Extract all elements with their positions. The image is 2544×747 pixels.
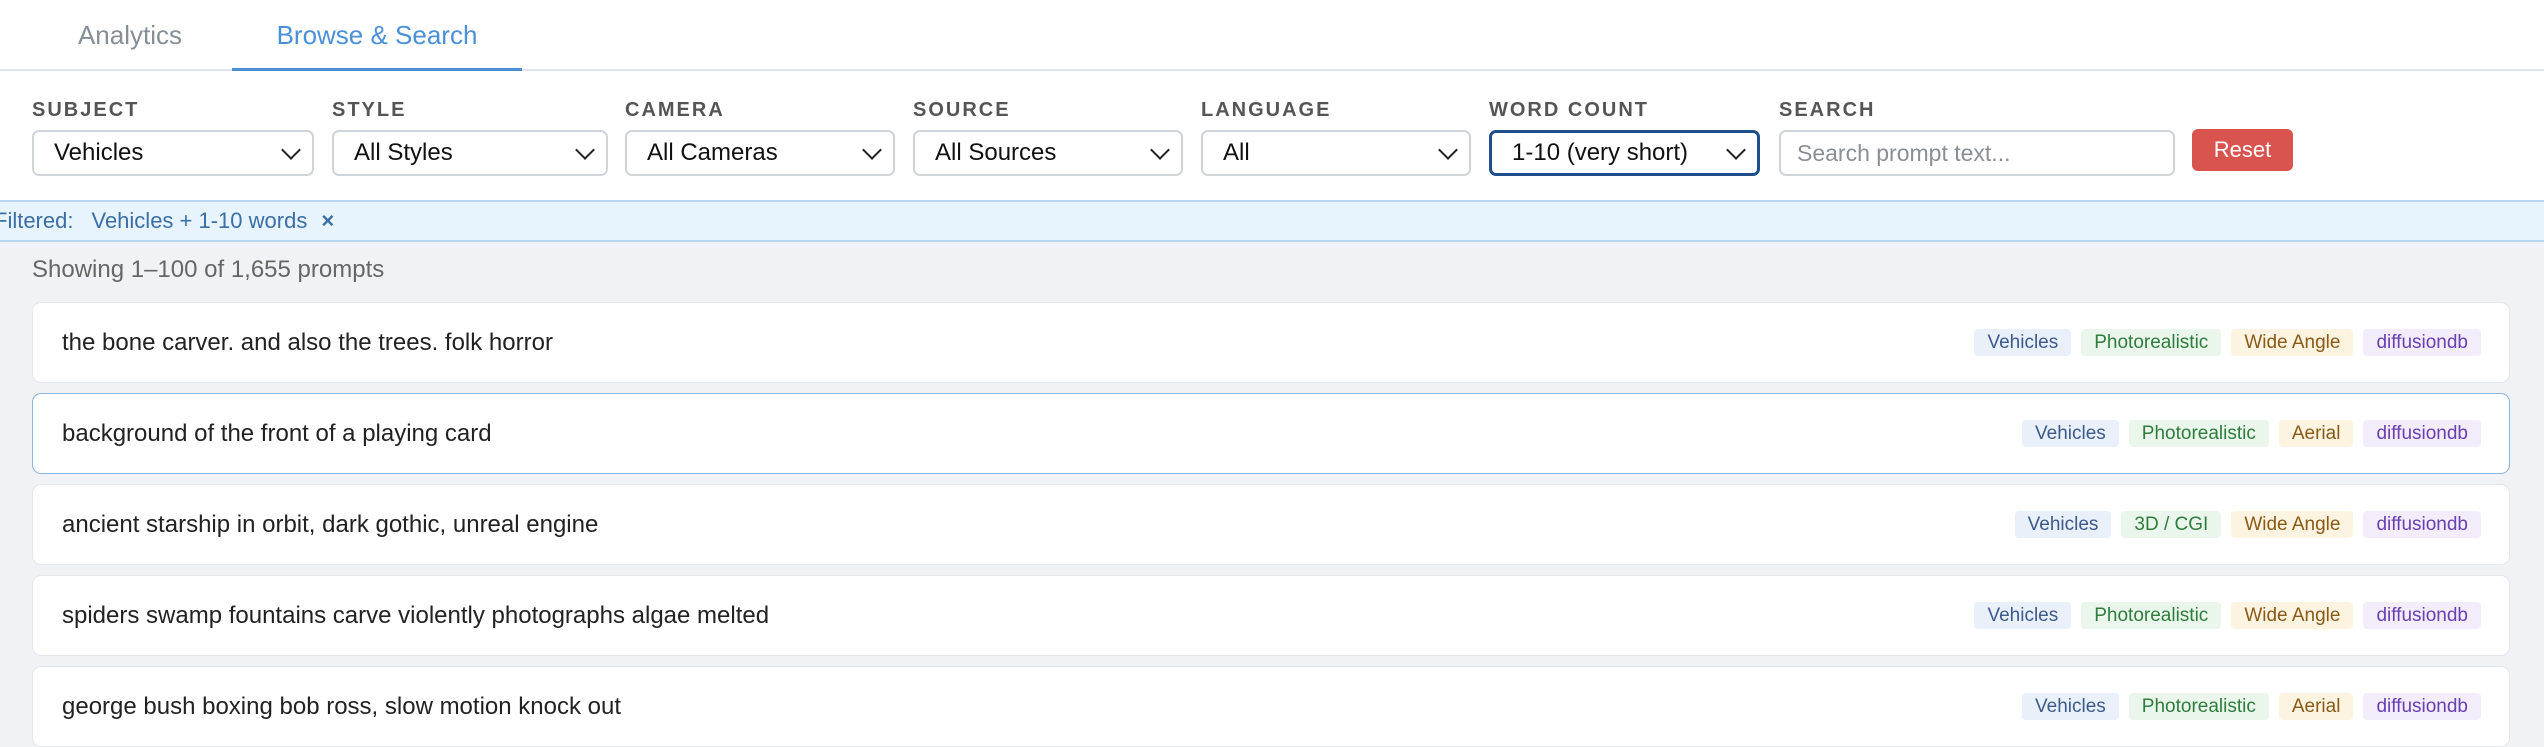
list-item[interactable]: spiders swamp fountains carve violently … <box>32 575 2510 656</box>
chevron-down-icon <box>862 140 882 160</box>
style-label: STYLE <box>332 99 407 121</box>
language-label: LANGUAGE <box>1201 99 1332 121</box>
prompt-text: spiders swamp fountains carve violently … <box>62 601 770 629</box>
camera-tag: Aerial <box>2278 693 2354 720</box>
camera-tag: Aerial <box>2278 420 2354 447</box>
source-label: SOURCE <box>913 99 1011 121</box>
word-count-label: WORD COUNT <box>1489 99 1649 121</box>
style-select[interactable]: All Styles <box>332 130 608 176</box>
word-count-value: 1-10 (very short) <box>1512 139 1689 166</box>
chevron-down-icon <box>575 140 595 160</box>
tag-group: Vehicles Photorealistic Aerial diffusion… <box>2022 667 2481 746</box>
language-filter: LANGUAGE All <box>1201 99 1471 176</box>
source-select[interactable]: All Sources <box>913 130 1183 176</box>
prompt-text: background of the front of a playing car… <box>62 419 492 447</box>
camera-tag: Wide Angle <box>2231 329 2354 356</box>
chevron-down-icon <box>1438 140 1458 160</box>
results-count: Showing 1–100 of 1,655 prompts <box>32 256 385 283</box>
subject-tag: Vehicles <box>1974 329 2072 356</box>
subject-select[interactable]: Vehicles <box>32 130 314 176</box>
style-tag: 3D / CGI <box>2121 511 2222 538</box>
camera-filter: CAMERA All Cameras <box>625 99 895 176</box>
word-count-filter: WORD COUNT 1-10 (very short) <box>1489 99 1760 176</box>
source-filter: SOURCE All Sources <box>913 99 1183 176</box>
chevron-down-icon <box>1726 140 1746 160</box>
filtered-label: Filtered: <box>0 208 74 233</box>
chevron-down-icon <box>281 140 301 160</box>
source-tag: diffusiondb <box>2363 420 2481 447</box>
list-item[interactable]: the bone carver. and also the trees. fol… <box>32 302 2510 383</box>
reset-button[interactable]: Reset <box>2192 129 2293 171</box>
list-item[interactable]: george bush boxing bob ross, slow motion… <box>32 666 2510 747</box>
search-filter: SEARCH <box>1779 99 2175 176</box>
camera-tag: Wide Angle <box>2231 511 2354 538</box>
tag-group: Vehicles Photorealistic Aerial diffusion… <box>2022 394 2481 473</box>
subject-filter: SUBJECT Vehicles <box>32 99 314 176</box>
style-tag: Photorealistic <box>2081 602 2222 629</box>
source-tag: diffusiondb <box>2363 602 2481 629</box>
prompt-text: george bush boxing bob ross, slow motion… <box>62 692 621 720</box>
prompt-text: ancient starship in orbit, dark gothic, … <box>62 510 599 538</box>
source-tag: diffusiondb <box>2363 329 2481 356</box>
style-value: All Styles <box>354 139 453 166</box>
search-input[interactable] <box>1779 130 2175 176</box>
tag-group: Vehicles Photorealistic Wide Angle diffu… <box>1974 303 2481 382</box>
source-tag: diffusiondb <box>2363 511 2481 538</box>
camera-tag: Wide Angle <box>2231 602 2354 629</box>
style-tag: Photorealistic <box>2128 693 2269 720</box>
close-icon[interactable]: × <box>321 208 334 234</box>
camera-select[interactable]: All Cameras <box>625 130 895 176</box>
chevron-down-icon <box>1150 140 1170 160</box>
list-item[interactable]: background of the front of a playing car… <box>32 393 2510 474</box>
tag-group: Vehicles 3D / CGI Wide Angle diffusiondb <box>2014 485 2481 564</box>
prompt-text: the bone carver. and also the trees. fol… <box>62 328 553 356</box>
language-select[interactable]: All <box>1201 130 1471 176</box>
tag-group: Vehicles Photorealistic Wide Angle diffu… <box>1974 576 2481 655</box>
filter-bar: SUBJECT Vehicles STYLE All Styles CAMERA… <box>0 71 2544 200</box>
subject-tag: Vehicles <box>2022 420 2119 447</box>
source-tag: diffusiondb <box>2363 693 2481 720</box>
tab-bar: Analytics Browse & Search <box>0 0 2544 73</box>
tab-analytics[interactable]: Analytics <box>32 0 228 71</box>
language-value: All <box>1223 139 1250 166</box>
word-count-select[interactable]: 1-10 (very short) <box>1489 130 1760 176</box>
style-tag: Photorealistic <box>2128 420 2269 447</box>
list-item[interactable]: ancient starship in orbit, dark gothic, … <box>32 484 2510 565</box>
subject-tag: Vehicles <box>1974 602 2072 629</box>
subject-tag: Vehicles <box>2014 511 2112 538</box>
style-filter: STYLE All Styles <box>332 99 608 176</box>
subject-tag: Vehicles <box>2022 693 2119 720</box>
camera-label: CAMERA <box>625 99 725 121</box>
style-tag: Photorealistic <box>2081 329 2222 356</box>
search-label: SEARCH <box>1779 99 1876 121</box>
subject-value: Vehicles <box>54 139 144 166</box>
active-filter-bar: Filtered: Vehicles + 1-10 words × <box>0 200 2544 242</box>
source-value: All Sources <box>935 139 1057 166</box>
camera-value: All Cameras <box>647 139 778 166</box>
subject-label: SUBJECT <box>32 99 140 121</box>
filtered-value: Vehicles + 1-10 words <box>91 208 308 233</box>
tab-browse-search[interactable]: Browse & Search <box>232 0 522 73</box>
